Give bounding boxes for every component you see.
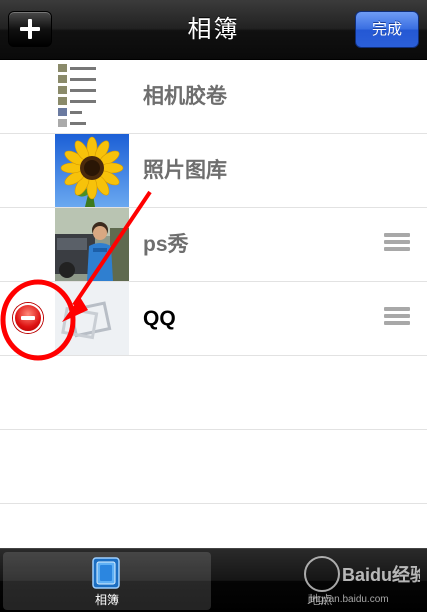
album-row-photo-library[interactable]: 照片图库 [0, 134, 427, 208]
page-title: 相簿 [187, 16, 240, 43]
albums-icon [92, 557, 120, 589]
watermark-text: Baidu经验 [342, 564, 420, 585]
album-list: 相机胶卷 照片图库 ps秀 QQ [0, 60, 427, 548]
empty-row [0, 356, 427, 430]
plus-icon [20, 19, 40, 39]
album-name: QQ [143, 307, 176, 330]
album-name: ps秀 [143, 233, 189, 256]
album-row-camera-roll[interactable]: 相机胶卷 [0, 60, 427, 134]
empty-row [0, 504, 427, 548]
minus-circle-icon[interactable] [13, 303, 43, 333]
sunflower-thumbnail [55, 134, 129, 207]
navigation-bar: 相簿 完成 [0, 0, 427, 60]
album-name: 照片图库 [143, 159, 227, 182]
add-album-button[interactable] [8, 11, 52, 47]
watermark-url: jingyan.baidu.com [307, 594, 389, 605]
empty-row [0, 430, 427, 504]
empty-album-thumbnail [55, 282, 129, 355]
reorder-handle-icon[interactable] [384, 231, 410, 255]
camera-roll-thumbnail [55, 60, 129, 133]
baidu-watermark: Baidu经验 jingyan.baidu.com [300, 552, 427, 608]
album-row-ps[interactable]: ps秀 [0, 208, 427, 282]
album-row-qq[interactable]: QQ [0, 282, 427, 356]
album-name: 相机胶卷 [143, 85, 227, 108]
done-button[interactable]: 完成 [355, 11, 419, 48]
person-photo-thumbnail [55, 208, 129, 281]
reorder-handle-icon[interactable] [384, 305, 410, 329]
tab-albums-label: 相簿 [94, 593, 119, 607]
